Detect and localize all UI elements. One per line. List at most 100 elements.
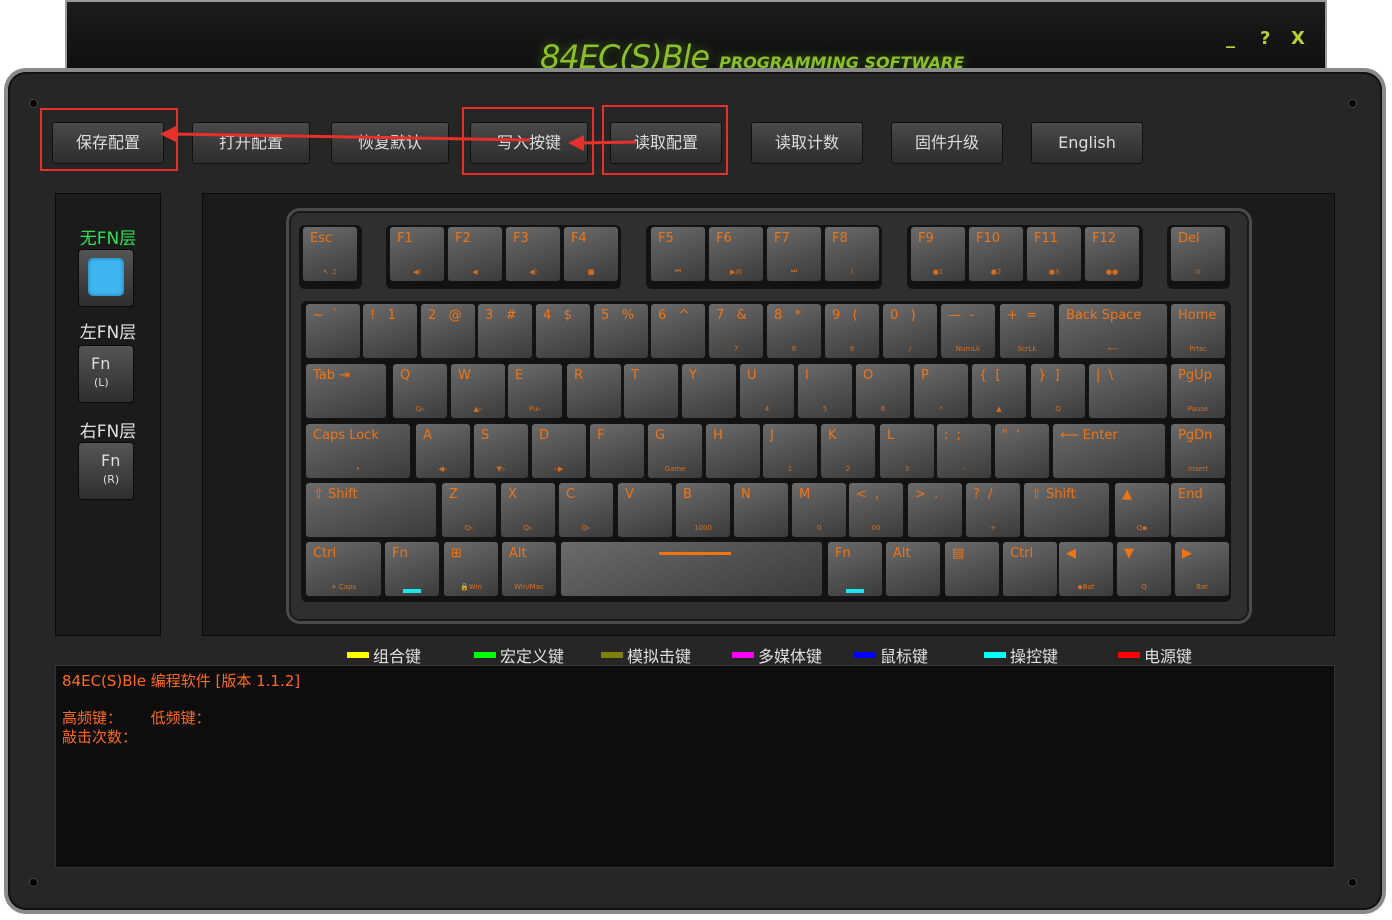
- key-label: ▤: [952, 546, 965, 561]
- key[interactable]: ▤: [944, 541, 1000, 597]
- key[interactable]: M0: [791, 482, 847, 538]
- key-sublabel: 1000: [694, 524, 712, 532]
- key[interactable]: T: [623, 363, 679, 419]
- key[interactable]: F2 ◀: [447, 226, 503, 282]
- legend-item: 鼠标键: [854, 643, 928, 667]
- key[interactable]: | \: [1088, 363, 1168, 419]
- key[interactable]: ⇧ Shift: [305, 482, 437, 538]
- key[interactable]: F5 ⏮: [650, 226, 706, 282]
- right-fn-layer-button[interactable]: Fn (R): [78, 442, 134, 500]
- key[interactable]: V: [617, 482, 673, 538]
- key[interactable]: F4 ■: [563, 226, 619, 282]
- key[interactable]: Ctrl: [1002, 541, 1058, 597]
- key[interactable]: ! 1: [362, 303, 418, 359]
- key[interactable]: 9 (9: [824, 303, 880, 359]
- key[interactable]: K2: [820, 423, 876, 479]
- left-fn-layer-button[interactable]: Fn (L): [78, 345, 134, 403]
- legend-item: 电源键: [1118, 643, 1192, 667]
- key[interactable]: F: [589, 423, 645, 479]
- key[interactable]: Tab ⇥: [305, 363, 387, 419]
- key[interactable]: ◀ ◆Bat: [1058, 541, 1114, 597]
- key[interactable]: 7 & 7: [708, 303, 764, 359]
- key[interactable]: Y: [681, 363, 737, 419]
- key-label: F8: [832, 231, 848, 246]
- key[interactable]: ▶ Bat: [1174, 541, 1230, 597]
- key[interactable]: ~ `: [305, 303, 361, 359]
- key[interactable]: Caps Lock •: [305, 423, 411, 479]
- key[interactable]: : ; -: [936, 423, 992, 479]
- key[interactable]: > ..: [907, 482, 963, 538]
- key[interactable]: 5 %: [593, 303, 649, 359]
- key[interactable]: F3 ◀): [505, 226, 561, 282]
- key-label: F3: [513, 231, 529, 246]
- key[interactable]: PgDn Insert: [1170, 423, 1226, 479]
- key-sublabel: 2: [845, 465, 851, 473]
- key[interactable]: F1 ◀): [389, 226, 445, 282]
- key[interactable]: O6: [855, 363, 911, 419]
- key[interactable]: W ▲▹: [450, 363, 506, 419]
- key[interactable]: F8 i: [824, 226, 880, 282]
- key-sublabel: +: [990, 524, 996, 532]
- key[interactable]: N: [733, 482, 789, 538]
- key[interactable]: S ▼▹: [473, 423, 529, 479]
- key[interactable]: " ': [994, 423, 1050, 479]
- key[interactable]: F12 ●●: [1084, 226, 1140, 282]
- key[interactable]: Z Q▹: [441, 482, 497, 538]
- key[interactable]: R: [566, 363, 622, 419]
- key[interactable]: G Game: [647, 423, 703, 479]
- key[interactable]: Fn: [827, 541, 883, 597]
- key[interactable]: < , 00: [848, 482, 904, 538]
- key[interactable]: PgUp Pause: [1170, 363, 1226, 419]
- key[interactable]: Esc ↖ ♫: [302, 226, 358, 282]
- key[interactable]: 2 @: [420, 303, 476, 359]
- key[interactable]: F9 ●1: [910, 226, 966, 282]
- key[interactable]: A ◀▹: [415, 423, 471, 479]
- key[interactable]: 6 ^: [650, 303, 706, 359]
- spacebar-bar-icon: [659, 552, 731, 555]
- key[interactable]: P *: [913, 363, 969, 419]
- key[interactable]: 3 #: [477, 303, 533, 359]
- key[interactable]: Alt: [885, 541, 941, 597]
- spacebar-key[interactable]: [560, 541, 823, 597]
- key[interactable]: 4 $: [535, 303, 591, 359]
- key[interactable]: Ctrl + Caps: [305, 541, 382, 597]
- key[interactable]: End: [1170, 482, 1226, 538]
- key[interactable]: X Q▹: [500, 482, 556, 538]
- key[interactable]: Alt Win/Mac: [501, 541, 557, 597]
- key-label: PgUp: [1178, 368, 1212, 383]
- key[interactable]: 0 ) /: [882, 303, 938, 359]
- key[interactable]: Fn: [384, 541, 440, 597]
- key[interactable]: ▲ Q▪: [1114, 482, 1170, 538]
- key[interactable]: Back Space ⟵: [1058, 303, 1168, 359]
- key[interactable]: ⊞ 🔒Win: [443, 541, 499, 597]
- key[interactable]: ⟵ Enter: [1052, 423, 1166, 479]
- layer-key-main: Fn: [91, 354, 111, 373]
- key[interactable]: ▼ Q: [1116, 541, 1172, 597]
- key[interactable]: I5: [797, 363, 853, 419]
- key[interactable]: F10 ●2: [968, 226, 1024, 282]
- key[interactable]: Q Q▹: [392, 363, 448, 419]
- key[interactable]: 8 * 8: [766, 303, 822, 359]
- key[interactable]: + = ScrLk: [999, 303, 1055, 359]
- key[interactable]: D ▹▶: [531, 423, 587, 479]
- key[interactable]: L3: [879, 423, 935, 479]
- key[interactable]: Home Prtsc: [1170, 303, 1226, 359]
- key[interactable]: { [▲: [971, 363, 1027, 419]
- no-fn-layer-button[interactable]: [78, 249, 134, 307]
- key[interactable]: ? / +: [965, 482, 1021, 538]
- key[interactable]: F6 ▶/II: [708, 226, 764, 282]
- legend-label: 电源键: [1144, 647, 1193, 666]
- key[interactable]: E Pu▹: [507, 363, 563, 419]
- key[interactable]: } ] Q: [1030, 363, 1086, 419]
- key[interactable]: J1: [762, 423, 818, 479]
- key[interactable]: ⇧ Shift: [1023, 482, 1110, 538]
- key-label: L: [887, 428, 895, 443]
- key[interactable]: F11 ●3: [1026, 226, 1082, 282]
- key[interactable]: F7 ⏭: [766, 226, 822, 282]
- key[interactable]: — - NumLk: [940, 303, 996, 359]
- key[interactable]: U4: [739, 363, 795, 419]
- key[interactable]: C Q▹: [558, 482, 614, 538]
- key[interactable]: H: [705, 423, 761, 479]
- key[interactable]: Del ⊙: [1170, 226, 1226, 282]
- key[interactable]: B 1000: [675, 482, 731, 538]
